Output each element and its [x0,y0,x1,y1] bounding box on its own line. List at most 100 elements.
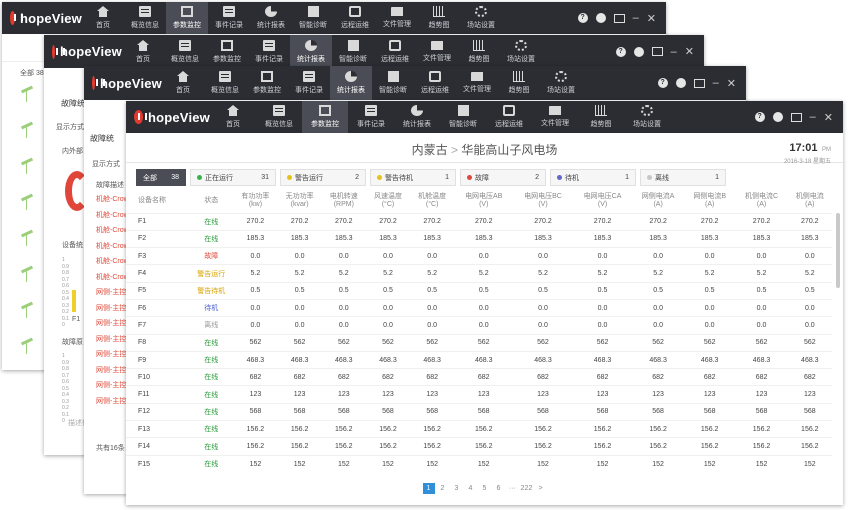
status-chip-2[interactable]: 警告运行 2 [280,169,366,186]
fault-row[interactable]: 机舱-Crow [96,225,129,241]
minimize-icon[interactable]: – [671,46,677,58]
page-number[interactable]: 5 [479,483,491,494]
nav-item-5[interactable]: 智能诊断 [292,2,334,34]
nav-item-3[interactable]: 事件记录 [248,35,290,68]
minimize-icon[interactable]: – [633,12,639,24]
breadcrumb-region[interactable]: 内蒙古 [412,143,448,157]
nav-item-5[interactable]: 智能诊断 [440,101,486,133]
minimize-icon[interactable]: – [810,111,816,123]
page-number[interactable]: ··· [507,483,519,494]
help-icon[interactable]: ? [657,78,668,88]
nav-item-0[interactable]: 首页 [82,2,124,34]
nav-item-7[interactable]: 文件管理 [456,66,498,100]
nav-item-6[interactable]: 远程运维 [414,66,456,100]
page-number[interactable]: 2 [437,483,449,494]
table-row[interactable]: F4 警告运行 5.2 5.2 5.2 5.2 5.2 5.2 5.2 5.2 5.2 5.2 5.2 5… [126,264,832,283]
nav-item-0[interactable]: 首页 [162,66,204,100]
table-row[interactable]: F7 离线 0.0 0.0 0.0 0.0 0.0 0.0 0.0 0.0 0.0 0.0 0.0 0.0 [126,316,832,335]
nav-item-4[interactable]: 统计报表 [290,35,332,68]
nav-item-6[interactable]: 远程运维 [374,35,416,68]
nav-item-8[interactable]: 趋势图 [498,66,540,100]
fault-row[interactable]: 机舱-Crow [96,194,129,210]
nav-item-6[interactable]: 远程运维 [334,2,376,34]
nav-item-8[interactable]: 趋势图 [458,35,500,68]
table-row[interactable]: F14 在线 156.2 156.2 156.2 156.2 156.2 156.2 156.2… [126,437,832,456]
nav-item-3[interactable]: 事件记录 [288,66,330,100]
status-chip-6[interactable]: 离线 1 [640,169,726,186]
table-row[interactable]: F8 在线 562 562 562 562 562 562 562 562 562 562 562 562 [126,333,832,352]
nav-item-1[interactable]: 概览信息 [164,35,206,68]
nav-item-2[interactable]: 参数监控 [246,66,288,100]
status-total[interactable]: 全部 38 [20,68,44,78]
user-icon[interactable] [675,78,686,88]
nav-item-4[interactable]: 统计报表 [250,2,292,34]
fault-row[interactable]: 机舱-Crow [96,256,129,272]
minimize-icon[interactable]: – [713,77,719,89]
table-row[interactable]: F6 待机 0.0 0.0 0.0 0.0 0.0 0.0 0.0 0.0 0.0 0.0 0.0 0.0 [126,298,832,317]
nav-item-2[interactable]: 参数监控 [166,2,208,34]
status-chip-4[interactable]: 故障 2 [460,169,546,186]
user-icon[interactable] [772,112,783,122]
page-number[interactable]: 1 [422,483,435,494]
status-chip-0[interactable]: 全部 38 [136,169,186,186]
table-row[interactable]: F2 在线 185.3 185.3 185.3 185.3 185.3 185.3 185.3 1… [126,229,832,248]
user-icon[interactable] [633,46,644,57]
screen-icon[interactable] [613,13,625,23]
screen-icon[interactable] [651,47,663,56]
nav-item-9[interactable]: 场站设置 [540,66,582,100]
scrollbar[interactable] [836,213,840,288]
table-row[interactable]: F15 在线 152 152 152 152 152 152 152 152 152 152 152 15… [126,454,832,473]
nav-item-9[interactable]: 场站设置 [500,35,542,68]
status-chip-1[interactable]: 正在运行 31 [190,169,276,186]
nav-item-3[interactable]: 事件记录 [348,101,394,133]
table-row[interactable]: F13 在线 156.2 156.2 156.2 156.2 156.2 156.2 156.2… [126,420,832,438]
turbine-icon[interactable] [20,157,38,174]
table-row[interactable]: F1 在线 270.2 270.2 270.2 270.2 270.2 270.2 270.2 2… [126,212,832,231]
nav-item-9[interactable]: 场站设置 [460,2,502,34]
fault-row[interactable]: 网侧-主控 [96,349,129,365]
status-chip-5[interactable]: 待机 1 [550,169,636,186]
fault-row[interactable]: 网侧-主控 [96,365,129,381]
status-chip-3[interactable]: 警告待机 1 [370,169,456,186]
fault-row[interactable]: 网侧-主控 [96,287,129,303]
turbine-icon[interactable] [20,121,38,138]
help-icon[interactable]: ? [615,46,626,57]
user-icon[interactable] [595,13,606,23]
nav-item-7[interactable]: 文件管理 [416,35,458,68]
help-icon[interactable]: ? [754,112,765,122]
nav-item-8[interactable]: 趋势图 [578,101,624,133]
table-row[interactable]: F12 在线 568 568 568 568 568 568 568 568 568 568 568 56… [126,402,832,421]
turbine-icon[interactable] [20,229,38,246]
fault-row[interactable]: 机舱-Crow [96,210,129,226]
nav-item-1[interactable]: 概览信息 [124,2,166,34]
close-icon[interactable]: ✕ [727,77,736,90]
table-row[interactable]: F9 在线 468.3 468.3 468.3 468.3 468.3 468.3 468.3 4… [126,350,832,369]
turbine-icon[interactable] [20,265,38,282]
nav-item-9[interactable]: 场站设置 [624,101,670,133]
fault-row[interactable]: 机舱-Crow [96,241,129,257]
page-number[interactable]: 6 [493,483,505,494]
fault-row[interactable]: 机舱-Crow [96,272,129,288]
fault-row[interactable]: 网侧-主控 [96,318,129,334]
table-row[interactable]: F3 故障 0.0 0.0 0.0 0.0 0.0 0.0 0.0 0.0 0.0 0.0 0.0 0.0 [126,247,832,265]
close-icon[interactable]: ✕ [685,45,694,58]
fault-row[interactable]: 网侧-主控 [96,380,129,396]
nav-item-0[interactable]: 首页 [210,101,256,133]
help-icon[interactable]: ? [577,13,588,23]
table-row[interactable]: F11 在线 123 123 123 123 123 123 123 123 123 123 123 12… [126,385,832,404]
table-row[interactable]: F5 警告待机 0.5 0.5 0.5 0.5 0.5 0.5 0.5 0.5 0.5 0.5 0.5 0… [126,281,832,300]
fault-row[interactable]: 网侧-主控 [96,396,129,412]
turbine-icon[interactable] [20,85,38,102]
nav-item-5[interactable]: 智能诊断 [372,66,414,100]
close-icon[interactable]: ✕ [824,111,833,124]
nav-item-5[interactable]: 智能诊断 [332,35,374,68]
fault-row[interactable]: 网侧-主控 [96,334,129,350]
nav-item-2[interactable]: 参数监控 [206,35,248,68]
nav-item-4[interactable]: 统计报表 [330,66,372,100]
turbine-icon[interactable] [20,301,38,318]
turbine-icon[interactable] [20,337,38,354]
nav-item-1[interactable]: 概览信息 [204,66,246,100]
table-row[interactable]: F10 在线 682 682 682 682 682 682 682 682 682 682 682 68… [126,368,832,386]
nav-item-2[interactable]: 参数监控 [302,101,348,133]
close-icon[interactable]: ✕ [647,12,656,25]
